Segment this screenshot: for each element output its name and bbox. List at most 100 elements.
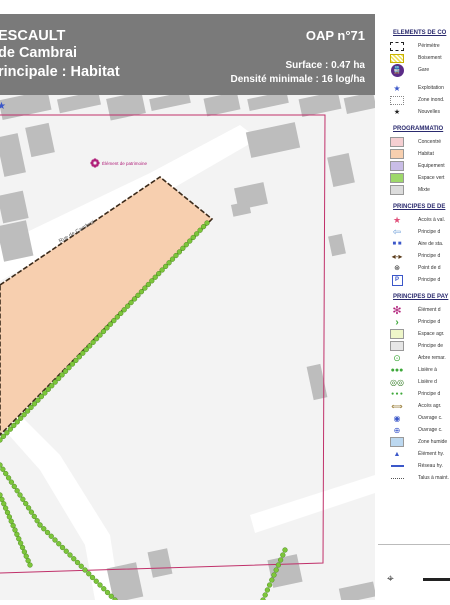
legend-item: ●●● Lisière à (390, 364, 450, 376)
blue-triangle-ring-icon: ⊕ (393, 425, 401, 435)
tree-row-south-b (17, 540, 24, 546)
legend-item-label: Périmètre (418, 43, 440, 49)
tree-row-south-b (27, 562, 33, 568)
parking-icon-icon: P (390, 274, 404, 286)
legend-item: Equipement (390, 160, 450, 172)
swatch-grey-icon (390, 184, 404, 196)
tree-row-south-a (8, 479, 15, 485)
tree-row-east (282, 547, 288, 553)
legend-item: Périmètre (390, 40, 450, 52)
legend-item: Zone humide (390, 436, 450, 448)
swatch-green-icon (390, 172, 404, 184)
tree-row-south-c (59, 544, 66, 551)
legend-item-label: Zone inond. (418, 97, 445, 103)
legend-item-label: Réseau hy. (418, 463, 443, 469)
tree-row-south-c (101, 586, 107, 592)
commune-title: ESCAULT (0, 28, 66, 44)
legend-item-label: Habitat (418, 151, 434, 157)
brown-arrow-icon: ⟺ (391, 401, 403, 411)
blue-triangle-icon: ▲ (393, 450, 401, 458)
legend-item: Habitat (390, 148, 450, 160)
tree-row-east (277, 557, 284, 563)
legend-item: ⊛ Point de d (390, 262, 450, 274)
legend-item-label: Point de d (418, 265, 441, 271)
legend-item-label: Principe de (418, 343, 444, 349)
legend-section-title: PRINCIPES DE PAY (393, 294, 449, 300)
tree-row-south-c (74, 559, 81, 566)
tree-row-south-b (25, 557, 31, 564)
tree-row-south-c (56, 541, 62, 547)
surface-text: Surface : 0.47 ha (285, 60, 365, 71)
legend-item-label: Principe d (418, 277, 441, 283)
tree-row-south-c (44, 529, 51, 536)
legend-item-label: Talus à maint. (418, 475, 449, 481)
legend-footer: ⌖ (378, 544, 450, 600)
tree-row-south-b (1, 501, 7, 507)
legend-item-label: Espace agr. (418, 331, 445, 337)
tree-row-east (264, 587, 271, 593)
tree-row-main (0, 437, 3, 443)
tree-row-south-b (8, 518, 14, 524)
blue-star-icon: ★ (393, 83, 401, 93)
legend-item: ⟺ Accès agr. (390, 400, 450, 412)
green-dots-icon: ● ● ● (391, 391, 403, 397)
train-icon-icon: 🚆 (390, 63, 404, 77)
legend-item-label: Accès à val. (418, 217, 445, 223)
blue-dots-icon: ■ ■ (392, 241, 402, 247)
legend-item: Espace vert (390, 172, 450, 184)
green-big-rings-icon: ◎◎ (390, 377, 404, 387)
purple-flower-icon: ✻ (392, 304, 402, 317)
tree-row-south-b (6, 514, 13, 520)
legend-item: ✻ Élément d (390, 304, 450, 317)
legend-item-label: Arbre remar. (418, 355, 446, 361)
vocation-title: rincipale : Habitat (0, 64, 120, 80)
legend-item: ● ● ● Principe d (390, 388, 450, 400)
legend-section-title: PRINCIPES DE DE (393, 204, 446, 210)
tree-row-east (275, 562, 282, 568)
legend-item-label: Principe d (418, 319, 441, 325)
legend-item-label: Élément d (418, 307, 441, 313)
tree-row-south-a (5, 475, 12, 481)
map-area[interactable]: Rue de Cambrai Élément de patrimoine ★ (0, 90, 377, 604)
legend-item-label: Espace vert (418, 175, 445, 181)
legend-item-label: Gare (418, 67, 430, 73)
tree-row-south-a (17, 492, 23, 498)
legend-item: ⊙ Arbre remar. (390, 352, 450, 364)
tree-row-south-c (41, 526, 47, 532)
legend-panel: ELEMENTS DE CO Périmètre Boisement 🚆 Gare ★ Ex… (378, 14, 450, 600)
tree-row-south-b (4, 509, 11, 516)
dashed-frame-icon (390, 40, 404, 52)
tree-row-south-b (2, 505, 9, 511)
tree-row-south-c (86, 571, 92, 577)
tree-row-south-b (10, 522, 16, 529)
legend-item-label: Ouvrage c. (418, 415, 443, 421)
tree-row-south-b (19, 544, 26, 551)
tree-row-east (271, 572, 277, 578)
tree-row-east (262, 592, 268, 598)
tree-row-south-c (67, 552, 73, 558)
legend-item-label: Zone humide (418, 439, 448, 445)
dot-circle-icon: ⊛ (394, 265, 400, 272)
legend-item: ★ Accès à val. (390, 214, 450, 226)
legend-item: Boisement (390, 52, 450, 64)
legend-item-label: Exploitation (418, 85, 444, 91)
black-star-icon: ★ (393, 109, 401, 116)
swatch-lightgreen-icon (390, 328, 404, 340)
legend-item-label: Mixte (418, 187, 430, 193)
tree-row-south-c (37, 522, 43, 528)
legend-item-label: Nouvelles (418, 109, 440, 115)
legend-item: Principe de (390, 340, 450, 352)
legend-item: › Principe d (390, 316, 450, 328)
red-star-icon: ★ (392, 214, 402, 225)
tree-row-south-b (21, 549, 28, 555)
legend-item-label: Aire de sta. (418, 241, 444, 247)
blue-line-icon (390, 460, 404, 472)
tree-row-south-c (104, 589, 111, 596)
swatch-lightblue-icon (390, 436, 404, 448)
tree-row-south-c (78, 563, 84, 569)
scale-bar (423, 578, 450, 581)
tree-row-south-c (93, 578, 99, 584)
legend-item-label: Principe d (418, 229, 441, 235)
tree-row-east (273, 567, 279, 573)
tree-row-east (280, 552, 286, 558)
